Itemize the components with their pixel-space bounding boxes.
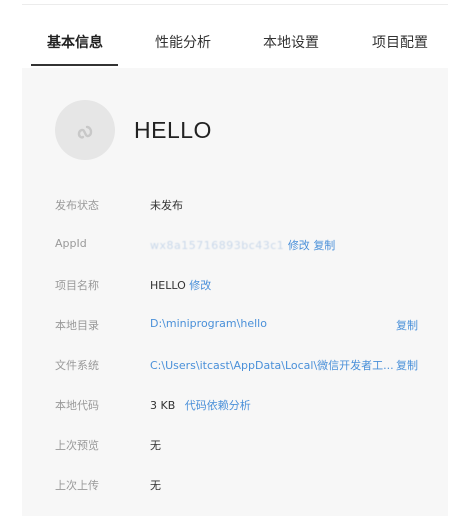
copy-filesystem-link[interactable]: 复制 — [396, 357, 418, 373]
project-name-row: HELLO 修改 — [150, 277, 211, 293]
tab-local-settings[interactable]: 本地设置 — [263, 32, 319, 52]
project-name-label: 项目名称 — [55, 279, 99, 292]
tab-project-config[interactable]: 项目配置 — [372, 32, 428, 52]
appid-label: AppId — [55, 237, 87, 250]
filesystem-value[interactable]: C:\Users\itcast\AppData\Local\微信开发者工... — [150, 357, 394, 373]
local-dir-value[interactable]: D:\miniprogram\hello — [150, 317, 267, 330]
edit-project-name-link[interactable]: 修改 — [189, 279, 211, 292]
last-upload-value: 无 — [150, 479, 161, 492]
code-dependency-analysis-link[interactable]: 代码依赖分析 — [185, 399, 251, 412]
tab-performance-analysis[interactable]: 性能分析 — [155, 32, 211, 52]
tab-bar: 基本信息 性能分析 本地设置 项目配置 — [22, 4, 448, 68]
active-tab-indicator — [31, 64, 118, 66]
local-code-size: 3 KB — [150, 399, 176, 412]
edit-appid-link[interactable]: 修改 — [288, 239, 310, 252]
copy-appid-link[interactable]: 复制 — [313, 239, 335, 252]
appid-row: wx8a15716893bc43c1 修改 复制 — [150, 237, 335, 253]
local-code-label: 本地代码 — [55, 399, 99, 412]
appid-value: wx8a15716893bc43c1 — [150, 239, 285, 252]
last-preview-value: 无 — [150, 439, 161, 452]
last-upload-label: 上次上传 — [55, 479, 99, 492]
project-name-value: HELLO — [150, 279, 186, 292]
last-preview-label: 上次预览 — [55, 439, 99, 452]
miniprogram-logo-icon — [77, 125, 93, 139]
app-name: HELLO — [134, 117, 212, 143]
project-detail-panel: 基本信息 性能分析 本地设置 项目配置 HELLO 发布状态 未发布 AppId… — [22, 4, 448, 516]
tab-basic-info[interactable]: 基本信息 — [47, 32, 103, 52]
filesystem-label: 文件系统 — [55, 359, 99, 372]
copy-local-dir-link[interactable]: 复制 — [396, 317, 418, 333]
local-code-row: 3 KB 代码依赖分析 — [150, 397, 251, 413]
status-label: 发布状态 — [55, 199, 99, 212]
status-value: 未发布 — [150, 199, 183, 212]
app-avatar — [55, 100, 115, 160]
local-dir-label: 本地目录 — [55, 319, 99, 332]
